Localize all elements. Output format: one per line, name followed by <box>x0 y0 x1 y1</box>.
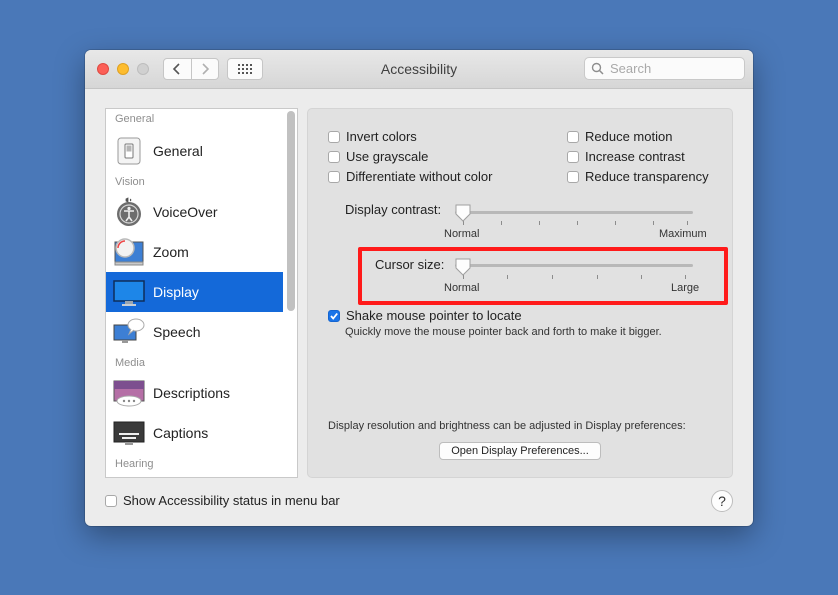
slider-tick <box>615 221 616 225</box>
slider-tick <box>539 221 540 225</box>
zoom-icon <box>114 238 144 266</box>
shake-description: Quickly move the mouse pointer back and … <box>345 326 662 338</box>
resolution-note: Display resolution and brightness can be… <box>328 420 686 432</box>
sidebar-scrollbar[interactable] <box>287 111 295 311</box>
sidebar-item-label: Speech <box>153 324 201 340</box>
contrast-max-label: Maximum <box>659 228 707 240</box>
checkbox-box[interactable] <box>328 150 340 163</box>
sidebar-item-label: Descriptions <box>153 385 231 401</box>
differentiate-without-color-checkbox[interactable]: Differentiate without color <box>328 169 492 184</box>
slider-tick <box>653 221 654 225</box>
sidebar-item-speech[interactable]: Speech <box>106 312 283 352</box>
checkbox-box[interactable] <box>328 170 340 183</box>
category-sidebar: General General Vision VoiceOver Zoom Di… <box>105 108 298 478</box>
help-button[interactable]: ? <box>711 490 733 512</box>
sidebar-item-voiceover[interactable]: VoiceOver <box>106 192 283 232</box>
checkbox-label: Use grayscale <box>346 149 429 164</box>
checkbox-label: Differentiate without color <box>346 169 493 184</box>
sidebar-item-label: General <box>153 143 203 159</box>
voiceover-icon <box>117 197 141 226</box>
sidebar-item-label: Zoom <box>153 244 189 260</box>
sidebar-item-zoom[interactable]: Zoom <box>106 232 283 272</box>
open-display-preferences-button[interactable]: Open Display Preferences... <box>439 442 601 460</box>
checkmark-icon <box>330 312 338 320</box>
sidebar-item-label: VoiceOver <box>153 204 218 220</box>
reduce-transparency-checkbox[interactable]: Reduce transparency <box>567 169 709 184</box>
sidebar-item-display[interactable]: Display <box>106 272 283 312</box>
display-icon <box>113 280 145 306</box>
contrast-min-label: Normal <box>444 228 480 240</box>
sidebar-section-media: Media <box>115 357 145 369</box>
reduce-motion-checkbox[interactable]: Reduce motion <box>567 129 672 144</box>
slider-tick <box>577 221 578 225</box>
search-field[interactable] <box>584 57 745 80</box>
sidebar-item-label: Display <box>153 284 199 300</box>
checkbox-box[interactable] <box>328 130 340 143</box>
sidebar-item-descriptions[interactable]: Descriptions <box>106 373 283 413</box>
shake-to-locate-checkbox[interactable]: Shake mouse pointer to locate <box>328 308 522 323</box>
cursor-size-highlight <box>358 247 728 305</box>
checkbox-box[interactable] <box>328 309 340 322</box>
slider-tick <box>501 221 502 225</box>
slider-tick <box>687 221 688 225</box>
show-status-in-menu-bar-checkbox[interactable]: Show Accessibility status in menu bar <box>105 493 340 508</box>
accessibility-window: Accessibility General General Vision <box>85 50 753 526</box>
sidebar-section-vision: Vision <box>115 176 145 188</box>
switch-icon <box>117 137 141 165</box>
slider-track[interactable] <box>455 211 693 214</box>
checkbox-label: Reduce motion <box>585 129 673 144</box>
search-input[interactable] <box>608 60 732 77</box>
sidebar-item-general[interactable]: General <box>106 131 283 171</box>
sidebar-item-label: Captions <box>153 425 209 441</box>
search-icon <box>591 62 604 75</box>
slider-thumb[interactable] <box>455 204 471 222</box>
checkbox-label: Reduce transparency <box>585 169 709 184</box>
use-grayscale-checkbox[interactable]: Use grayscale <box>328 149 428 164</box>
speech-icon <box>113 318 145 343</box>
captions-icon <box>113 421 145 445</box>
sidebar-section-hearing: Hearing <box>115 458 154 470</box>
increase-contrast-checkbox[interactable]: Increase contrast <box>567 149 685 164</box>
sidebar-item-captions[interactable]: Captions <box>106 413 283 453</box>
checkbox-label: Shake mouse pointer to locate <box>346 308 522 323</box>
title-bar: Accessibility <box>85 50 753 89</box>
display-contrast-label: Display contrast: <box>345 202 442 217</box>
checkbox-box[interactable] <box>567 150 579 163</box>
sidebar-section-general: General <box>115 113 155 125</box>
checkbox-box[interactable] <box>567 170 579 183</box>
checkbox-box[interactable] <box>105 494 117 507</box>
checkbox-label: Show Accessibility status in menu bar <box>123 493 340 508</box>
invert-colors-checkbox[interactable]: Invert colors <box>328 129 417 144</box>
checkbox-label: Invert colors <box>346 129 417 144</box>
checkbox-box[interactable] <box>567 130 579 143</box>
descriptions-icon <box>113 380 145 407</box>
checkbox-label: Increase contrast <box>585 149 685 164</box>
